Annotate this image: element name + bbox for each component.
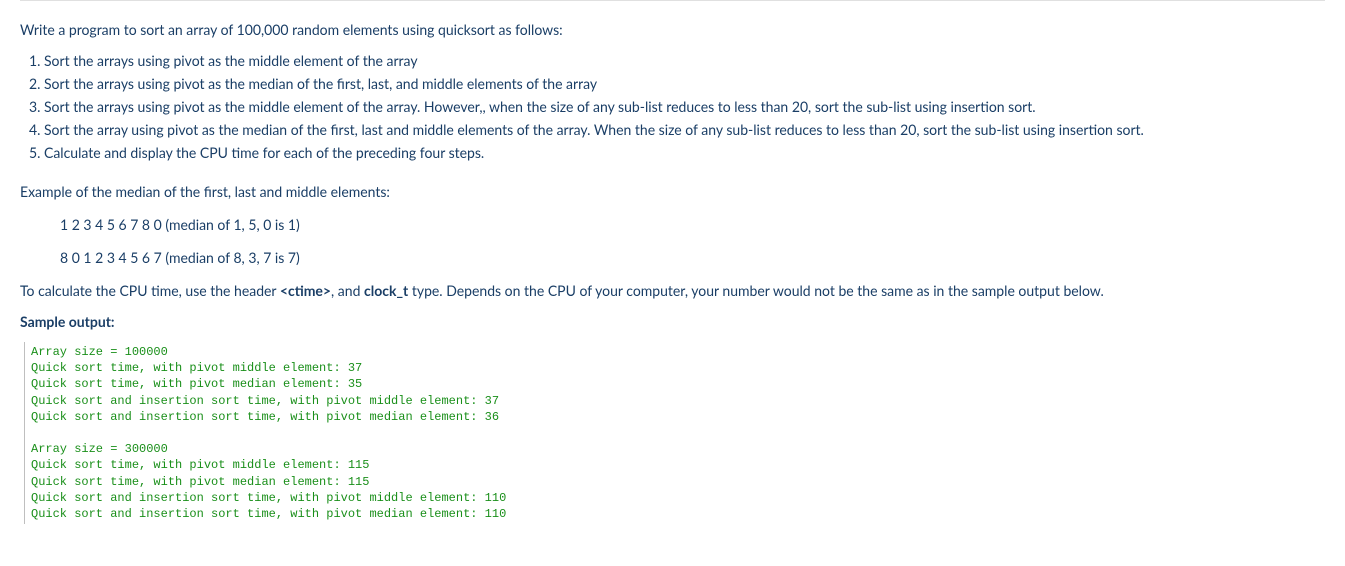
step-item: Sort the arrays using pivot as the media… bbox=[44, 73, 1325, 94]
step-item: Calculate and display the CPU time for e… bbox=[44, 142, 1325, 163]
calc-text: , and bbox=[331, 282, 364, 299]
calc-text: To calculate the CPU time, use the heade… bbox=[20, 282, 280, 299]
example-line: 8 0 1 2 3 4 5 6 7 (median of 8, 3, 7 is … bbox=[60, 247, 1325, 268]
clockt-keyword: clock_t bbox=[364, 282, 408, 299]
example-heading: Example of the median of the first, last… bbox=[20, 181, 1325, 202]
sample-output-label-text: Sample output: bbox=[20, 313, 115, 330]
sample-output-label: Sample output: bbox=[20, 311, 1325, 332]
calc-text: type. Depends on the CPU of your compute… bbox=[408, 282, 1104, 299]
example-block: 1 2 3 4 5 6 7 8 0 (median of 1, 5, 0 is … bbox=[60, 214, 1325, 268]
step-item: Sort the arrays using pivot as the middl… bbox=[44, 96, 1325, 117]
step-item: Sort the array using pivot as the median… bbox=[44, 119, 1325, 140]
sample-output-block: Array size = 100000 Quick sort time, wit… bbox=[24, 342, 1325, 524]
intro-paragraph: Write a program to sort an array of 100,… bbox=[20, 19, 1325, 40]
calc-paragraph: To calculate the CPU time, use the heade… bbox=[20, 280, 1325, 301]
steps-list: Sort the arrays using pivot as the middl… bbox=[20, 50, 1325, 163]
top-divider bbox=[20, 0, 1325, 1]
step-item: Sort the arrays using pivot as the middl… bbox=[44, 50, 1325, 71]
ctime-keyword: <ctime> bbox=[280, 282, 331, 299]
example-line: 1 2 3 4 5 6 7 8 0 (median of 1, 5, 0 is … bbox=[60, 214, 1325, 235]
